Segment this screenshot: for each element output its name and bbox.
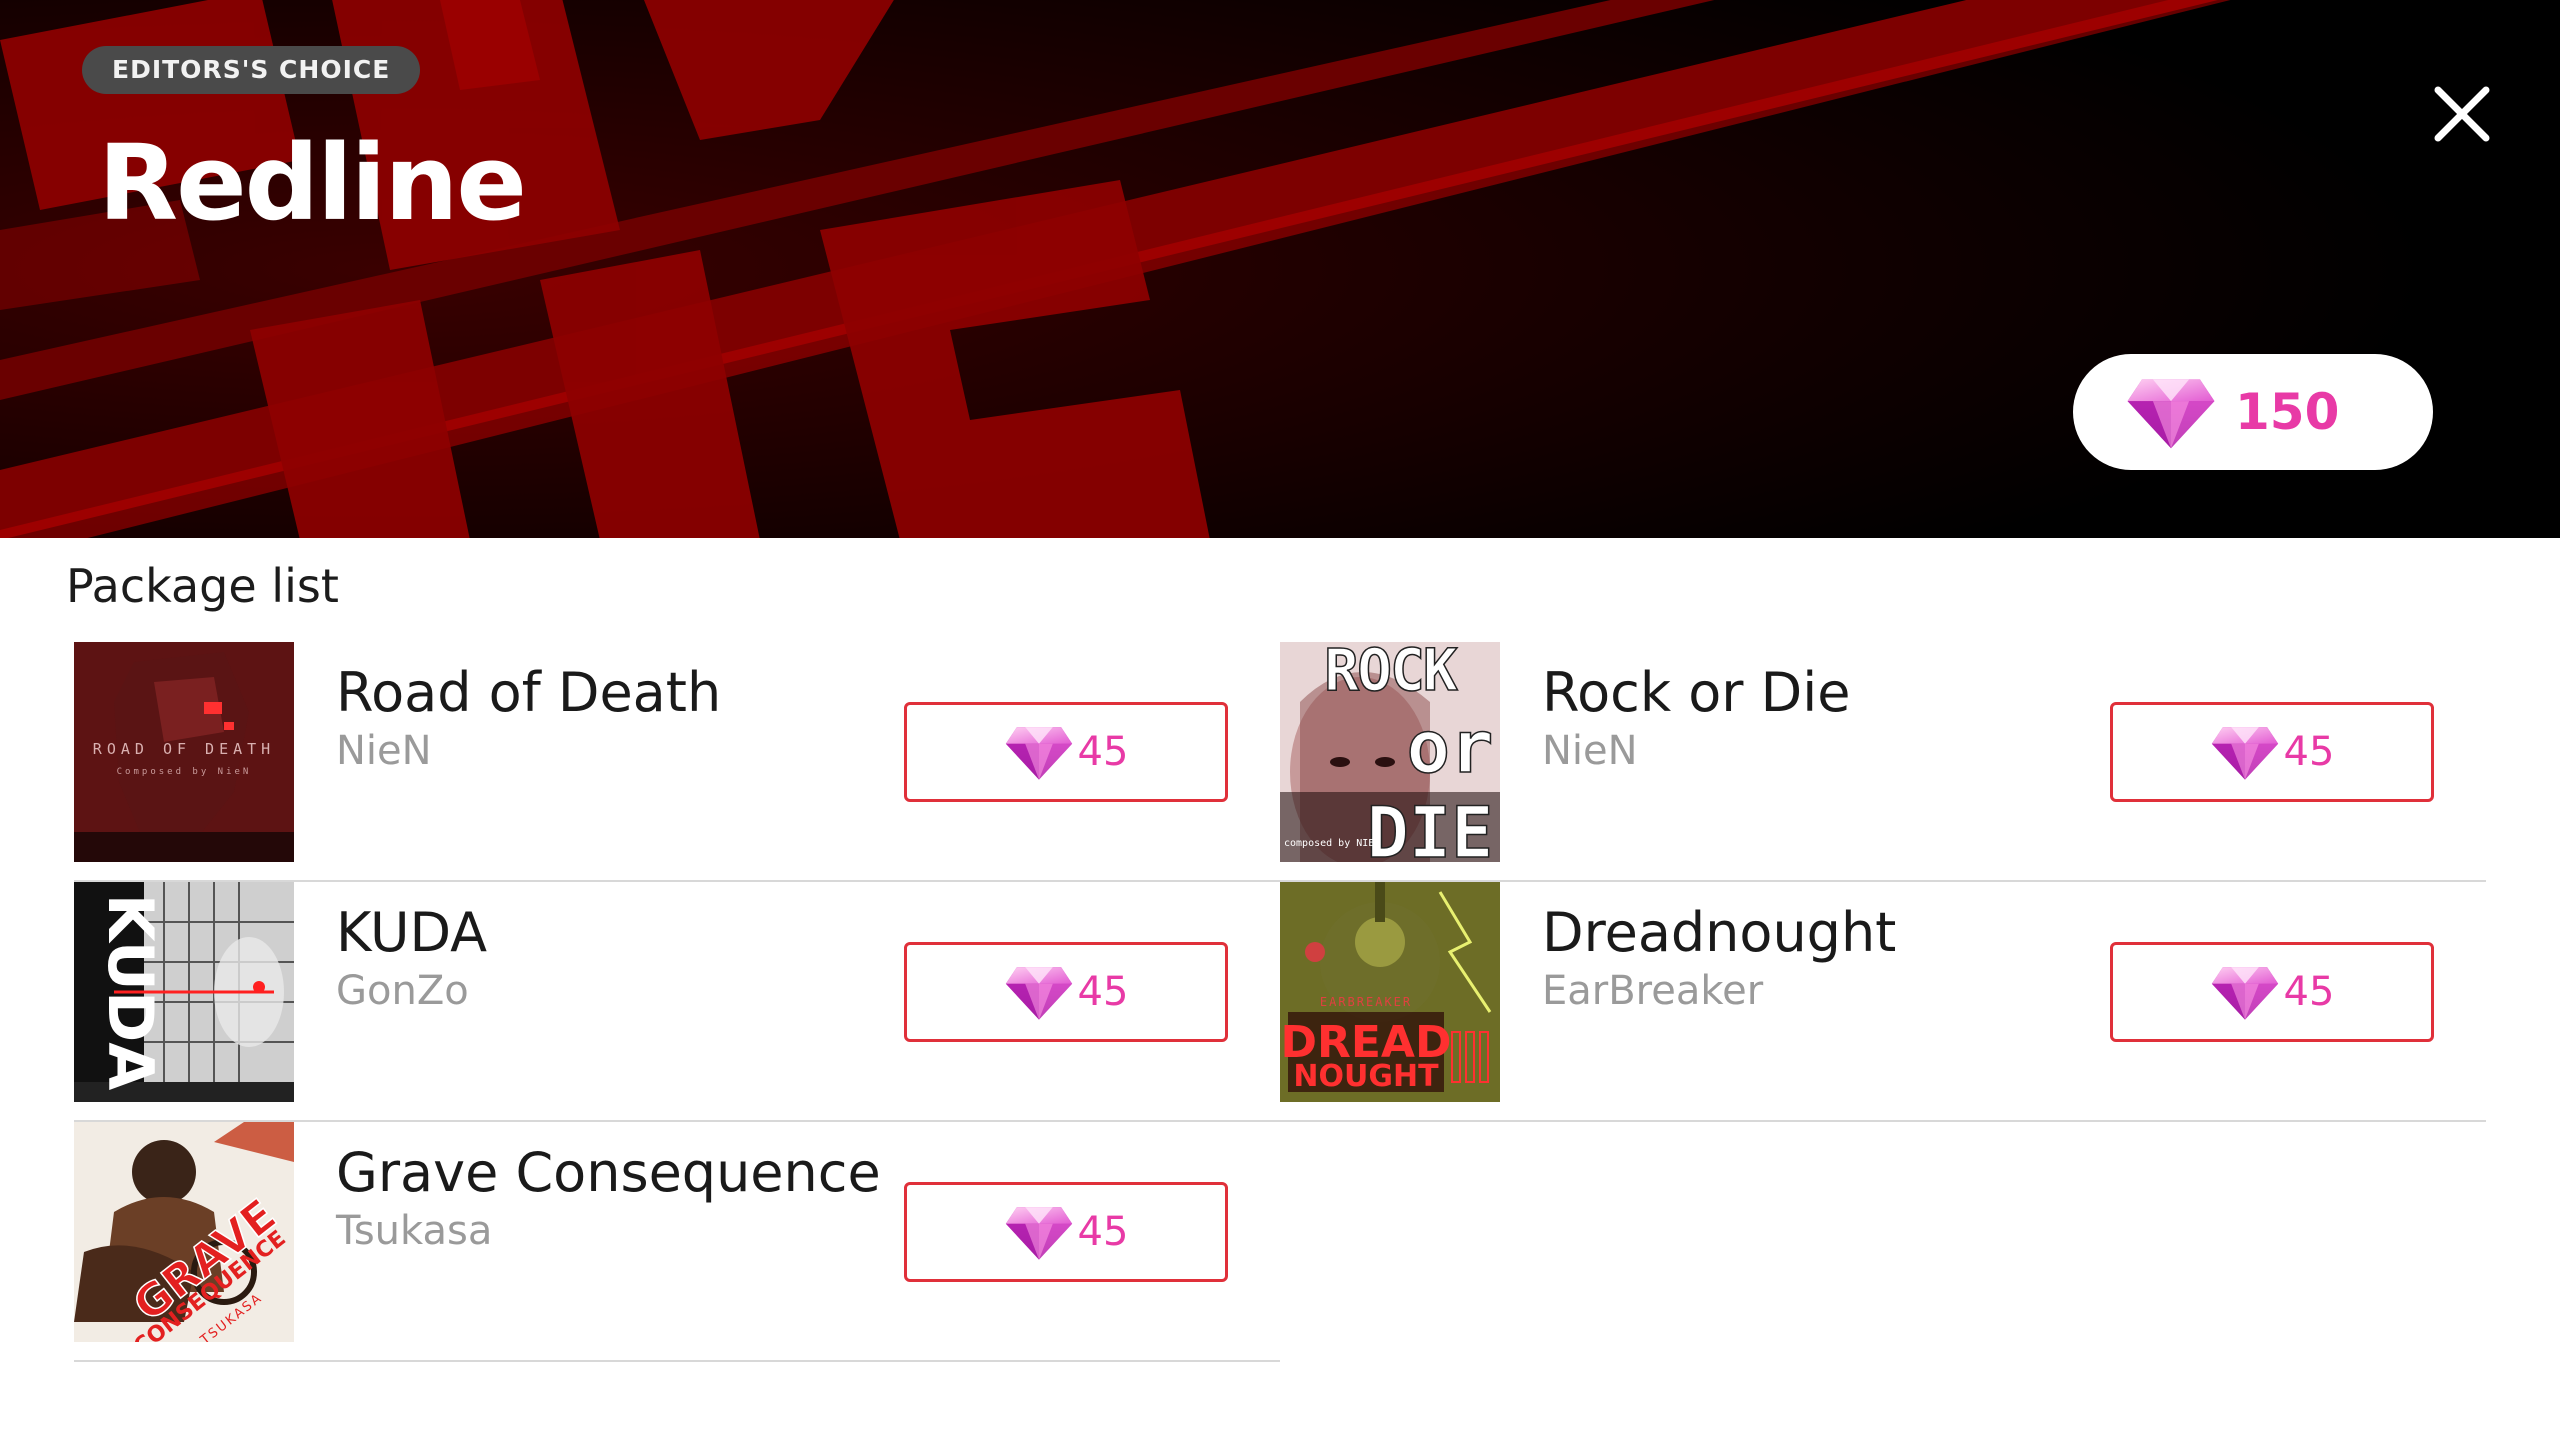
package-title: Redline	[98, 122, 527, 244]
close-button[interactable]	[2430, 82, 2494, 146]
song-title: Dreadnought	[1542, 901, 1897, 964]
cover-sublabel: EARBREAKER	[1320, 995, 1412, 1009]
cover-label: ROCK	[1324, 642, 1458, 704]
package-list-heading: Package list	[66, 559, 339, 613]
cover-label: ROAD OF DEATH	[93, 740, 275, 758]
cover-label: or	[1407, 705, 1494, 789]
close-icon	[2434, 86, 2490, 142]
gem-icon	[1004, 1203, 1074, 1261]
song-title: Rock or Die	[1542, 661, 1851, 724]
cover-sublabel: Composed by NieN	[117, 767, 252, 777]
song-artist: GonZo	[336, 968, 469, 1014]
package-banner: EDITORS'S CHOICE Redline 150	[0, 0, 2560, 538]
song-artist: EarBreaker	[1542, 968, 1764, 1014]
package-price: 150	[2235, 383, 2340, 441]
buy-song-button[interactable]: 45	[904, 1182, 1228, 1282]
gem-icon	[1004, 963, 1074, 1021]
cover-label: DIE	[1367, 792, 1493, 862]
buy-song-button[interactable]: 45	[904, 702, 1228, 802]
buy-song-button[interactable]: 45	[2110, 942, 2434, 1042]
song-price: 45	[2283, 729, 2335, 775]
song-artist: NieN	[336, 728, 432, 774]
song-price: 45	[1077, 1209, 1129, 1255]
editors-choice-badge: EDITORS'S CHOICE	[82, 46, 421, 94]
gem-icon	[2125, 374, 2217, 450]
list-item: ROAD OF DEATH Composed by NieN Road of D…	[74, 642, 1280, 882]
song-artist: Tsukasa	[336, 1208, 493, 1254]
song-title: Road of Death	[336, 661, 722, 724]
cover-road-of-death: ROAD OF DEATH Composed by NieN	[74, 642, 294, 862]
song-artist: NieN	[1542, 728, 1638, 774]
list-item: GRAVE CONSEQUENCE TSUKASA Grave Conseque…	[74, 1122, 1280, 1362]
song-price: 45	[1077, 969, 1129, 1015]
list-item: KUDA KUDA GonZo 45	[74, 882, 1280, 1122]
cover-kuda: KUDA	[74, 882, 294, 1102]
gem-icon	[1004, 723, 1074, 781]
cover-label: KUDA	[94, 894, 167, 1091]
buy-package-button[interactable]: 150	[2073, 354, 2433, 470]
cover-rock-or-die: ROCK or DIE composed by NIEN	[1280, 642, 1500, 862]
cover-dreadnought: EARBREAKER DREAD NOUGHT	[1280, 882, 1500, 1102]
gem-icon	[2210, 963, 2280, 1021]
list-item: EARBREAKER DREAD NOUGHT Dreadnought EarB…	[1280, 882, 2486, 1122]
buy-song-button[interactable]: 45	[2110, 702, 2434, 802]
song-price: 45	[1077, 729, 1129, 775]
buy-song-button[interactable]: 45	[904, 942, 1228, 1042]
cover-sublabel: composed by NIEN	[1284, 838, 1380, 849]
song-title: KUDA	[336, 901, 488, 964]
song-title: Grave Consequence	[336, 1141, 881, 1204]
list-item: ROCK or DIE composed by NIEN Rock or Die…	[1280, 642, 2486, 882]
gem-icon	[2210, 723, 2280, 781]
cover-grave-consequence: GRAVE CONSEQUENCE TSUKASA	[74, 1122, 294, 1342]
cover-label: NOUGHT	[1293, 1059, 1439, 1094]
song-price: 45	[2283, 969, 2335, 1015]
